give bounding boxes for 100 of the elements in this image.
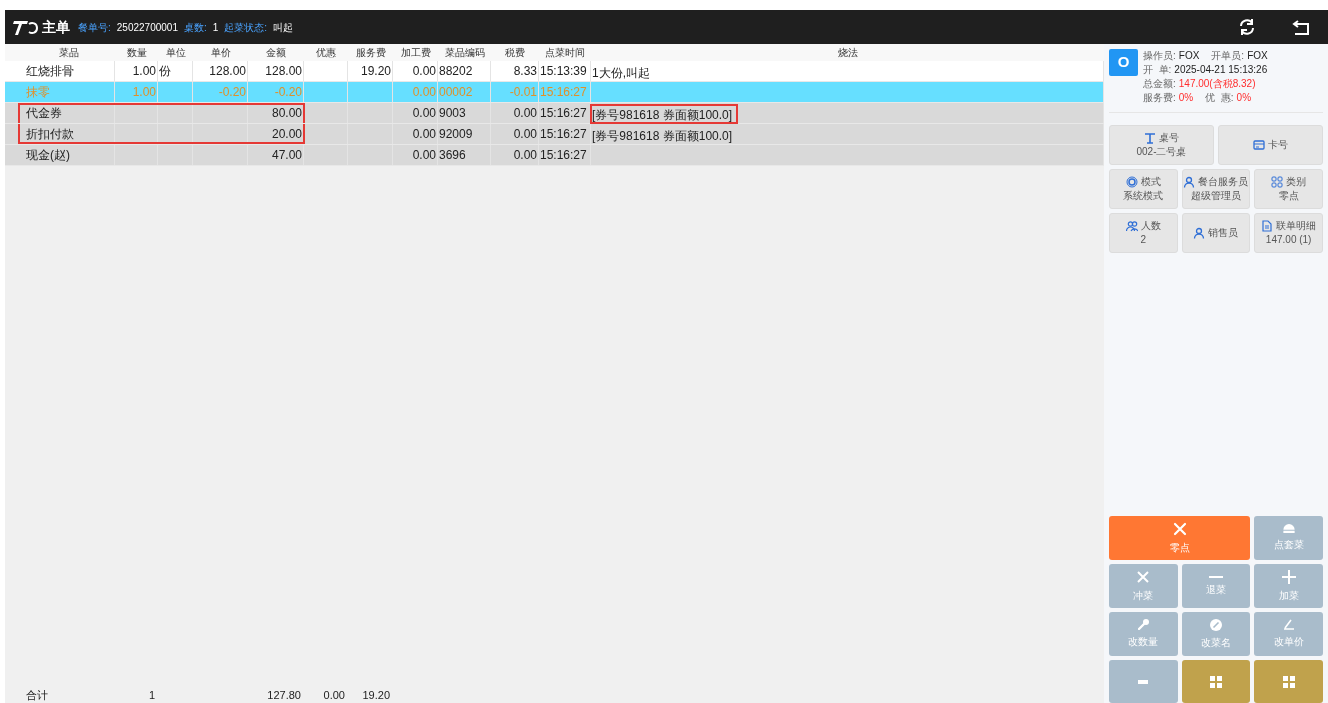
action-button[interactable] [1181,660,1251,703]
info-button[interactable]: 桌号 002-二号桌 [1109,125,1214,165]
table-cell: 1大份,叫起 [592,65,650,80]
table-cell-text: 3696 [439,147,466,164]
person-icon [1193,227,1206,239]
table-cell-text: 0.00 [412,147,436,164]
field-value: 叫起 [273,20,294,35]
pencil-icon [1210,618,1222,631]
people-icon [1125,220,1138,232]
table-cell-text: 折扣付款 [26,126,74,143]
table-cell-text: 15:16:27 [540,126,587,143]
table-cell-text: 88202 [439,63,473,80]
column-header: 数量 [126,46,147,60]
field-label: 起菜状态: [224,20,268,35]
info-label: 总金额: [1143,77,1176,91]
column-header: 加工费 [400,46,431,60]
squares-icon [1210,675,1222,688]
table-row[interactable]: 红烧排骨 1.00 份 128.00 128.00 19.20 0.00 88202 8.33 15:13:39 1大份,叫起 [5,61,1104,82]
info-value: FOX [1247,49,1268,63]
info-button[interactable]: 销售员 [1181,213,1251,253]
action-button[interactable] [1254,660,1323,703]
table-cell-text: 128.00 [265,63,302,80]
field-label: 餐单号: [78,20,111,35]
info-button[interactable]: 餐台服务员 超级管理员 [1181,169,1251,209]
field-label: 桌数: [183,20,207,35]
table-row[interactable]: 现金(赵) 47.00 0.00 3696 0.00 15:16:27 [5,145,1104,166]
column-header: 菜品 [58,46,79,60]
close-icon [1136,569,1151,584]
info-value: 2025-04-21 15:13:26 [1174,63,1268,77]
info-value: 147.00(含税8.32) [1178,77,1256,91]
window-title: 主单 [42,17,70,37]
column-header: 优惠 [316,46,336,60]
avatar: O [1109,49,1138,76]
logo-icon [13,18,39,36]
table-cell-text: -0.01 [509,84,537,101]
info-button[interactable]: 联单明细 147.00 (1) [1254,213,1323,253]
refresh-icon[interactable] [1238,18,1256,36]
column-header: 烧法 [837,46,858,60]
info-button[interactable]: 人数 2 [1109,213,1178,253]
table-cell-text: 15:13:39 [540,63,587,80]
column-header: 点菜时间 [545,46,585,60]
cross-utensils-icon [1172,521,1187,536]
info-button[interactable]: 卡号 [1218,125,1323,165]
minus-icon [1209,575,1223,578]
table-cell-text: 20.00 [271,126,302,143]
info-label: 开单员: [1211,49,1245,63]
table-cell-text: 80.00 [271,105,302,122]
table-cell-text: 0.00 [513,126,537,143]
table-icon [1144,132,1156,144]
table-row[interactable]: 折扣付款 20.00 0.00 92009 0.00 15:16:27 [券号981618 券面额100.0] [5,124,1104,145]
table-cell: [券号981618 券面额100.0] [592,107,733,122]
info-button[interactable]: 模式 系统模式 [1109,169,1178,209]
field-value: 25022700001 [116,20,178,35]
table-cell-text: 0.00 [513,105,537,122]
total-cell-text: 127.80 [267,688,301,703]
table-cell-text: -0.20 [274,84,302,101]
pen-icon [1282,619,1295,630]
table-cell-text: 47.00 [271,147,302,164]
column-header: 税费 [505,46,525,60]
table-cell-text: 0.00 [412,126,436,143]
table-cell-text: 8.33 [513,63,537,80]
helmet-icon [1282,524,1295,533]
table-cell-text: 15:16:27 [540,147,587,164]
table-row[interactable]: 代金券 80.00 0.00 9003 0.00 15:16:27 [券号981618 券面额100.0] [5,103,1104,124]
table-cell-text: 红烧排骨 [26,63,74,80]
table-cell-text: 15:16:27 [540,105,587,122]
column-header: 服务费 [355,46,386,60]
back-icon[interactable] [1292,19,1310,35]
total-cell-text: 0.00 [323,688,345,703]
info-value: 0% [1178,91,1194,105]
table-cell-text: 现金(赵) [26,147,70,164]
column-header: 单位 [165,46,186,60]
card-icon [1253,139,1265,151]
grid-icon [1271,176,1284,188]
table-cell-text: 00002 [439,84,473,101]
info-button[interactable]: 类别 零点 [1254,169,1323,209]
table-cell-text: 92009 [439,126,473,143]
info-label: 服务费: [1143,91,1176,105]
table-cell-text: 抹零 [26,84,50,101]
info-label: 优 惠: [1205,91,1234,105]
table-cell-text: 份 [159,63,171,80]
bar-icon [1138,679,1149,684]
table-cell-text: 0.00 [513,147,537,164]
total-cell-text: 合计 [26,688,48,703]
table-cell-text: 128.00 [209,63,246,80]
info-label: 操作员: [1143,49,1176,63]
table-cell-text: 15:16:27 [540,84,587,101]
info-value: 0% [1236,91,1252,105]
table-cell-text: 19.20 [360,63,391,80]
wrench-icon [1137,619,1149,630]
table-cell-text: 1.00 [132,84,156,101]
table-cell-text: 9003 [439,105,466,122]
total-cell-text: 1 [148,688,155,703]
document-icon [1261,220,1274,232]
ring-icon [1125,176,1138,188]
table-cell-text: 1.00 [132,63,156,80]
field-value: 1 [212,20,219,35]
column-header: 金额 [266,46,286,60]
table-cell-text: 0.00 [412,63,436,80]
table-cell: [券号981618 券面额100.0] [592,128,733,143]
